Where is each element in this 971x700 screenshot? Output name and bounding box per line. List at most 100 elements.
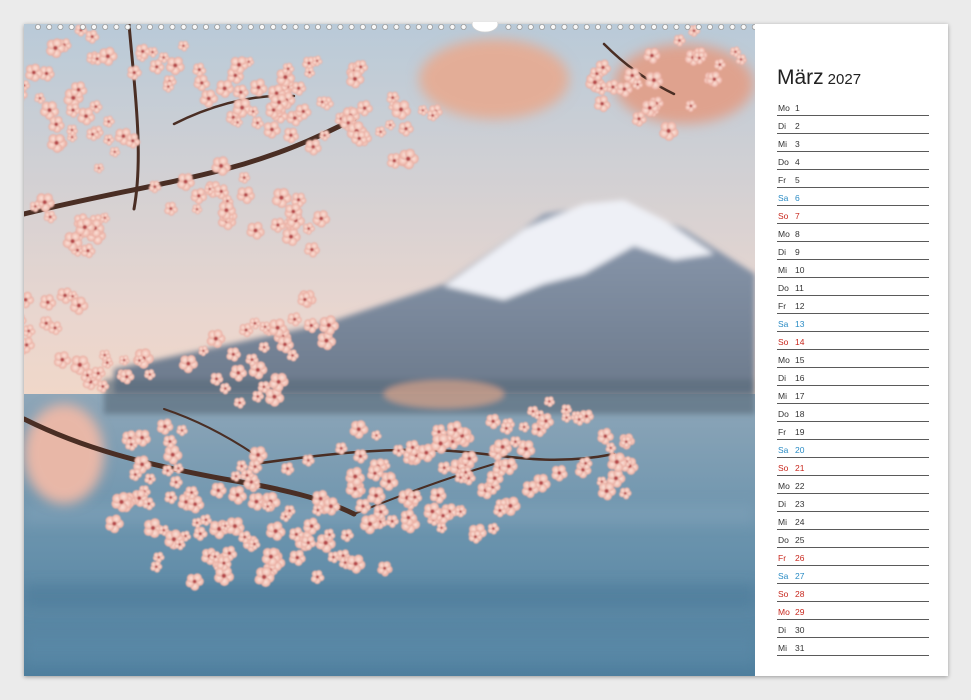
binding-ring: [449, 24, 456, 30]
binding-ring: [550, 24, 557, 30]
day-row: Di 23: [777, 495, 929, 512]
day-row: So 28: [777, 585, 929, 602]
weekday-label: Di: [778, 499, 787, 509]
weekday-label: Mo: [778, 607, 790, 617]
binding-ring: [460, 24, 467, 30]
binding-ring: [415, 24, 422, 30]
weekday-label: Di: [778, 373, 787, 383]
weekday-label: Di: [778, 247, 787, 257]
day-row: Mi 17: [777, 387, 929, 404]
day-list: Mo 1 Di 2 Mi 3 Do 4 Fr 5 Sa 6 So 7 Mo 8 Di 9 Mi 10 Do 11 Fr 12 S…: [777, 99, 929, 657]
weekday-label: Do: [778, 157, 789, 167]
day-number: 29: [795, 607, 805, 617]
day-row: Di 16: [777, 369, 929, 386]
binding-ring: [639, 24, 646, 30]
binding-ring: [169, 24, 176, 30]
binding-ring: [46, 24, 53, 30]
year: 2027: [827, 71, 862, 88]
weekday-label: Fr: [778, 301, 787, 311]
binding-ring: [135, 24, 142, 30]
day-number: 3: [795, 139, 800, 149]
binding-ring: [236, 24, 243, 30]
day-number: 23: [795, 499, 805, 509]
weekday-label: So: [778, 589, 789, 599]
binding-ring: [303, 24, 310, 30]
binding-ring: [270, 24, 277, 30]
day-row: Mi 24: [777, 513, 929, 530]
day-row: So 7: [777, 207, 929, 224]
weekday-label: Mi: [778, 517, 787, 527]
day-row: Sa 20: [777, 441, 929, 458]
day-number: 11: [795, 283, 804, 293]
day-row: Di 30: [777, 621, 929, 638]
binding-ring: [359, 24, 366, 30]
day-number: 28: [795, 589, 805, 599]
binding-ring: [337, 24, 344, 30]
binding-ring: [348, 24, 355, 30]
day-number: 8: [795, 229, 800, 239]
day-number: 18: [795, 409, 805, 419]
weekday-label: Fr: [778, 175, 787, 185]
day-number: 21: [795, 463, 805, 473]
binding-ring: [326, 24, 333, 30]
day-number: 24: [795, 517, 805, 527]
day-number: 4: [795, 157, 800, 167]
day-row: Di 9: [777, 243, 929, 260]
binding-ring: [158, 24, 165, 30]
day-number: 14: [795, 337, 805, 347]
day-row: Fr 19: [777, 423, 929, 440]
day-number: 12: [795, 301, 805, 311]
binding-ring: [438, 24, 445, 30]
weekday-label: So: [778, 463, 789, 473]
binding-ring: [673, 24, 680, 30]
binding-ring: [628, 24, 635, 30]
binding-ring: [539, 24, 546, 30]
day-row: Mi 31: [777, 639, 929, 656]
day-row: Sa 13: [777, 315, 929, 332]
binding-ring: [729, 24, 736, 30]
date-panel: März 2027 Mo 1 Di 2 Mi 3 Do 4 Fr 5 Sa 6 So 7 Mo 8 Di 9 Mi 10…: [755, 24, 948, 676]
day-number: 25: [795, 535, 805, 545]
binding-ring: [147, 24, 154, 30]
day-number: 6: [795, 193, 800, 203]
day-row: Mo 29: [777, 603, 929, 620]
day-number: 1: [795, 103, 800, 113]
binding-ring: [595, 24, 602, 30]
binding-ring: [191, 24, 198, 30]
weekday-label: Di: [778, 121, 787, 131]
binding-ring: [662, 24, 669, 30]
binding-ring: [225, 24, 232, 30]
day-row: So 21: [777, 459, 929, 476]
day-row: Mi 10: [777, 261, 929, 278]
day-number: 31: [795, 643, 805, 653]
day-row: Do 18: [777, 405, 929, 422]
day-number: 20: [795, 445, 805, 455]
binding-ring: [561, 24, 568, 30]
binding-ring: [583, 24, 590, 30]
day-number: 19: [795, 427, 805, 437]
binding-ring: [247, 24, 254, 30]
weekday-label: Mo: [778, 103, 790, 113]
binding-ring: [740, 24, 747, 30]
binding-ring: [281, 24, 288, 30]
weekday-label: Fr: [778, 553, 787, 563]
weekday-label: Di: [778, 625, 787, 635]
day-row: Sa 6: [777, 189, 929, 206]
binding-ring: [572, 24, 579, 30]
day-number: 17: [795, 391, 805, 401]
day-number: 10: [795, 265, 805, 275]
weekday-label: Mi: [778, 265, 787, 275]
day-row: Fr 26: [777, 549, 929, 566]
day-number: 16: [795, 373, 805, 383]
binding-ring: [91, 24, 98, 30]
weekday-label: Mo: [778, 481, 790, 491]
calendar-page: März 2027 Mo 1 Di 2 Mi 3 Do 4 Fr 5 Sa 6 So 7 Mo 8 Di 9 Mi 10…: [24, 22, 948, 676]
binding-ring: [527, 24, 534, 30]
binding-ring: [718, 24, 725, 30]
binding-ring: [202, 24, 209, 30]
weekday-label: Do: [778, 409, 789, 419]
day-row: Mo 22: [777, 477, 929, 494]
binding-ring: [426, 24, 433, 30]
day-row: Fr 12: [777, 297, 929, 314]
binding-ring: [606, 24, 613, 30]
